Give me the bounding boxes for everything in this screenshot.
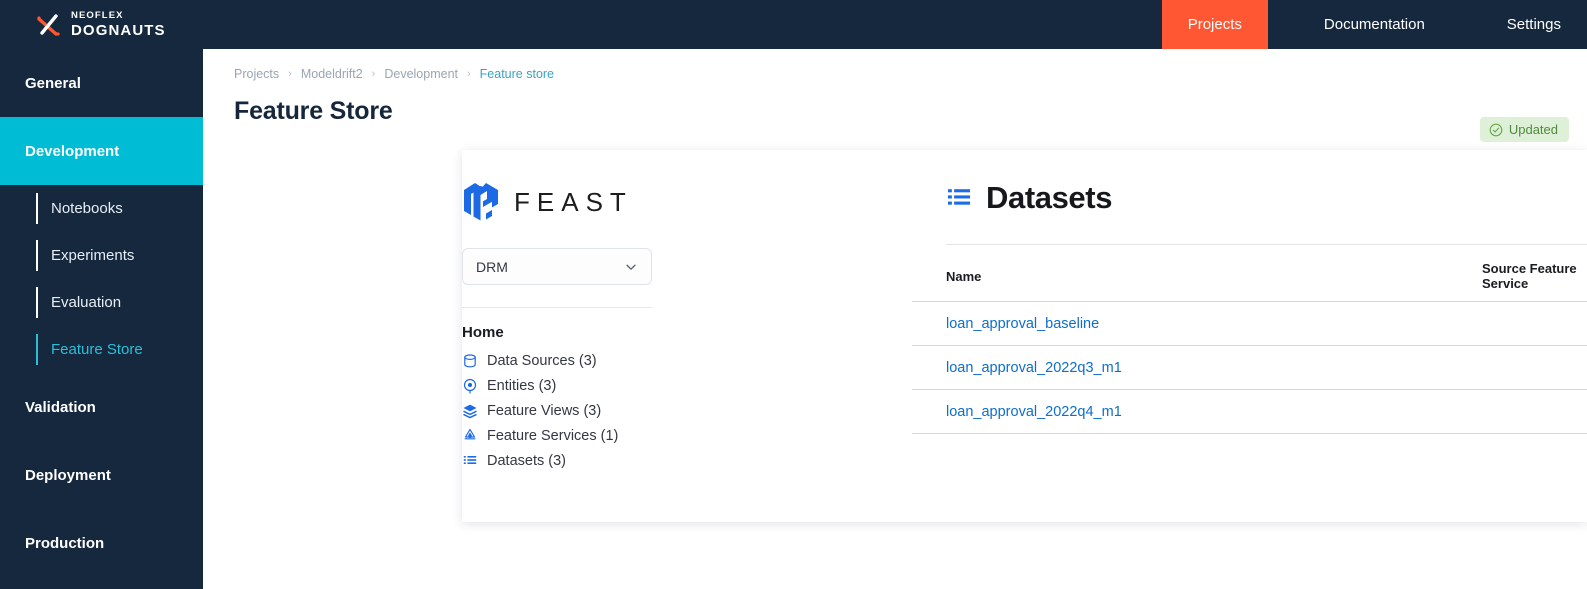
list-icon bbox=[463, 456, 477, 464]
brand-top-line: NEOFLEX bbox=[71, 10, 124, 22]
sidebar-item-feature-store[interactable]: Feature Store bbox=[0, 326, 203, 373]
panel-divider bbox=[462, 307, 652, 308]
feast-wordmark: FEAST bbox=[514, 186, 633, 217]
datasets-title: Datasets bbox=[986, 180, 1113, 215]
dataset-link[interactable]: loan_approval_2022q3_m1 bbox=[946, 360, 1122, 376]
sidebar-item-notebooks[interactable]: Notebooks bbox=[0, 185, 203, 232]
sidebar-item-deployment[interactable]: Deployment bbox=[0, 441, 203, 509]
datasets-panel: Datasets Name Source Feature Service loa… bbox=[662, 150, 1587, 522]
status-badge-label: Updated bbox=[1508, 122, 1558, 137]
cell-name: loan_approval_2022q4_m1 bbox=[912, 389, 1482, 434]
brand-text: NEOFLEX DOGNAUTS bbox=[71, 11, 166, 38]
feast-nav-data-sources[interactable]: Data Sources (3) bbox=[462, 353, 662, 369]
tab-settings[interactable]: Settings bbox=[1481, 0, 1587, 49]
sidebar-item-production[interactable]: Production bbox=[0, 509, 203, 577]
breadcrumb-item-feature-store[interactable]: Feature store bbox=[480, 67, 554, 81]
content-area: Projects › Modeldrift2 › Development › F… bbox=[203, 49, 1587, 589]
brand-logo[interactable]: NEOFLEX DOGNAUTS bbox=[0, 0, 203, 49]
sidebar-subitem-label: Evaluation bbox=[51, 294, 122, 311]
sidebar-subitem-label: Notebooks bbox=[51, 200, 123, 217]
sidebar-item-general[interactable]: General bbox=[0, 49, 203, 117]
feast-cube-logo-icon bbox=[464, 183, 498, 221]
sidebar-item-experiments[interactable]: Experiments bbox=[0, 232, 203, 279]
sidebar-subitem-label: Experiments bbox=[51, 247, 135, 264]
status-badge: Updated bbox=[1479, 117, 1569, 142]
dataset-link[interactable]: loan_approval_baseline bbox=[946, 316, 1099, 332]
feast-nav-label: Feature Services (1) bbox=[487, 428, 619, 444]
cell-source-feature-service bbox=[1482, 389, 1587, 434]
table-row: loan_approval_2022q3_m1 bbox=[912, 345, 1587, 390]
brand-bottom-line: DOGNAUTS bbox=[71, 21, 166, 39]
cell-name: loan_approval_2022q3_m1 bbox=[912, 345, 1482, 390]
table-row: loan_approval_2022q4_m1 bbox=[912, 389, 1587, 434]
breadcrumb-separator: › bbox=[288, 68, 292, 80]
table-body: loan_approval_baseline loan_approval_202… bbox=[912, 301, 1587, 434]
column-header-name: Name bbox=[912, 245, 1482, 302]
datasets-heading: Datasets bbox=[662, 150, 1587, 216]
cell-source-feature-service bbox=[1482, 345, 1587, 390]
x-cross-icon bbox=[37, 13, 60, 36]
droplet-icon bbox=[464, 428, 476, 440]
feast-nav-datasets[interactable]: Datasets (3) bbox=[462, 453, 662, 469]
feast-nav-label: Datasets (3) bbox=[487, 453, 566, 469]
breadcrumb-item-development[interactable]: Development bbox=[384, 67, 458, 81]
cell-source-feature-service bbox=[1482, 301, 1587, 346]
breadcrumb-separator: › bbox=[467, 68, 471, 80]
breadcrumb: Projects › Modeldrift2 › Development › F… bbox=[203, 49, 1587, 81]
sidebar-item-evaluation[interactable]: Evaluation bbox=[0, 279, 203, 326]
project-select[interactable]: DRM bbox=[462, 248, 652, 285]
sidebar-item-validation[interactable]: Validation bbox=[0, 373, 203, 441]
project-select-value: DRM bbox=[476, 258, 508, 275]
table-row: loan_approval_baseline bbox=[912, 301, 1587, 346]
tab-projects[interactable]: Projects bbox=[1161, 0, 1268, 49]
sidebar: General Development Notebooks Experiment… bbox=[0, 49, 203, 589]
app-root: NEOFLEX DOGNAUTS Projects Documentation … bbox=[0, 0, 1587, 589]
feast-home-label: Home bbox=[462, 324, 504, 341]
feast-nav-feature-services[interactable]: Feature Services (1) bbox=[462, 428, 662, 444]
column-header-source-feature-service: Source Feature Service bbox=[1482, 245, 1587, 302]
table-header-row: Name Source Feature Service bbox=[912, 245, 1587, 302]
feature-store-card: FEAST DRM Home Data Sources (3) Entities… bbox=[462, 150, 1587, 522]
check-circle-icon bbox=[1489, 123, 1503, 136]
top-nav: Projects Documentation Settings bbox=[1161, 0, 1587, 49]
sidebar-subitem-label: Feature Store bbox=[51, 341, 143, 358]
breadcrumb-item-modeldrift2[interactable]: Modeldrift2 bbox=[301, 67, 363, 81]
list-icon bbox=[947, 189, 971, 205]
feast-nav-label: Entities (3) bbox=[487, 378, 557, 394]
chevron-down-icon bbox=[626, 264, 636, 270]
datasets-table: Name Source Feature Service loan_approva… bbox=[912, 245, 1587, 434]
feast-nav-feature-views[interactable]: Feature Views (3) bbox=[462, 403, 662, 419]
database-icon bbox=[464, 354, 476, 368]
top-bar: NEOFLEX DOGNAUTS Projects Documentation … bbox=[0, 0, 1587, 49]
target-icon bbox=[463, 378, 477, 394]
feast-side-panel: FEAST DRM Home Data Sources (3) Entities… bbox=[462, 150, 662, 522]
cell-name: loan_approval_baseline bbox=[912, 301, 1482, 346]
page-title: Feature Store bbox=[234, 97, 393, 125]
feast-nav-label: Data Sources (3) bbox=[487, 353, 597, 369]
datasets-table-wrap: Name Source Feature Service loan_approva… bbox=[662, 245, 1587, 434]
layers-icon bbox=[463, 404, 477, 419]
breadcrumb-item-projects[interactable]: Projects bbox=[234, 67, 279, 81]
feast-nav-label: Feature Views (3) bbox=[487, 403, 602, 419]
breadcrumb-separator: › bbox=[371, 68, 376, 80]
table-head: Name Source Feature Service bbox=[912, 245, 1587, 302]
feast-nav-entities[interactable]: Entities (3) bbox=[462, 378, 662, 394]
feast-logo: FEAST bbox=[462, 150, 662, 223]
feast-nav: Data Sources (3) Entities (3) Feature Vi… bbox=[462, 353, 662, 469]
dataset-link[interactable]: loan_approval_2022q4_m1 bbox=[946, 404, 1122, 420]
sidebar-item-development[interactable]: Development bbox=[0, 117, 203, 185]
tab-documentation[interactable]: Documentation bbox=[1298, 0, 1451, 49]
